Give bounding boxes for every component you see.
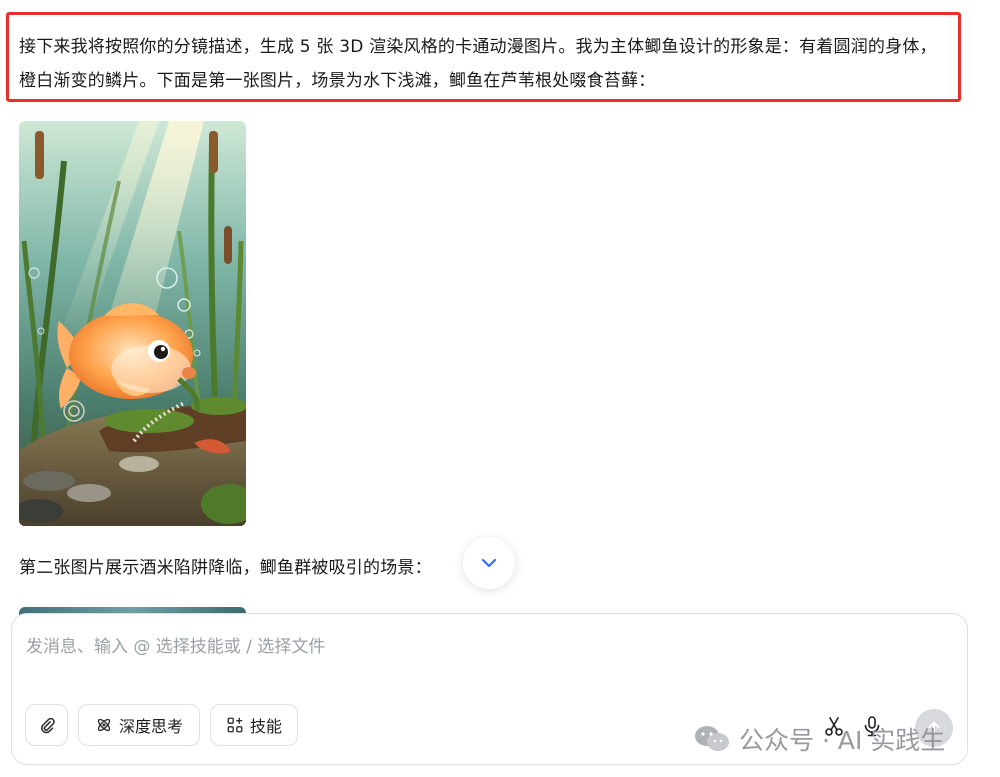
- skills-label: 技能: [249, 717, 282, 736]
- assistant-intro-message: 接下来我将按照你的分镜描述，生成 5 张 3D 渲染风格的卡通动漫图片。我为主体…: [19, 37, 937, 91]
- grid-plus-icon: [227, 717, 243, 733]
- fish-illustration: [19, 121, 246, 526]
- scroll-to-bottom-button[interactable]: [463, 537, 515, 589]
- arrow-up-icon: [928, 721, 940, 735]
- paperclip-icon: [40, 717, 55, 734]
- scissors-button[interactable]: [822, 714, 846, 738]
- send-button[interactable]: [915, 709, 953, 747]
- microphone-icon: [864, 716, 880, 737]
- attach-file-button[interactable]: [25, 704, 68, 746]
- message-input[interactable]: [26, 632, 926, 662]
- message-composer: 深度思考 技能: [11, 613, 968, 765]
- skills-button[interactable]: 技能: [210, 704, 298, 746]
- atom-icon: [97, 718, 111, 732]
- voice-input-button[interactable]: [860, 714, 884, 738]
- generated-image-1[interactable]: [19, 121, 246, 526]
- assistant-second-message: 第二张图片展示酒米陷阱降临，鲫鱼群被吸引的场景：: [19, 558, 432, 578]
- deep-think-label: 深度思考: [118, 717, 183, 736]
- deep-think-button[interactable]: 深度思考: [78, 704, 200, 746]
- scissors-icon: [825, 717, 843, 736]
- chevron-down-icon: [481, 558, 497, 568]
- chat-page: 接下来我将按照你的分镜描述，生成 5 张 3D 渲染风格的卡通动漫图片。我为主体…: [0, 0, 1000, 777]
